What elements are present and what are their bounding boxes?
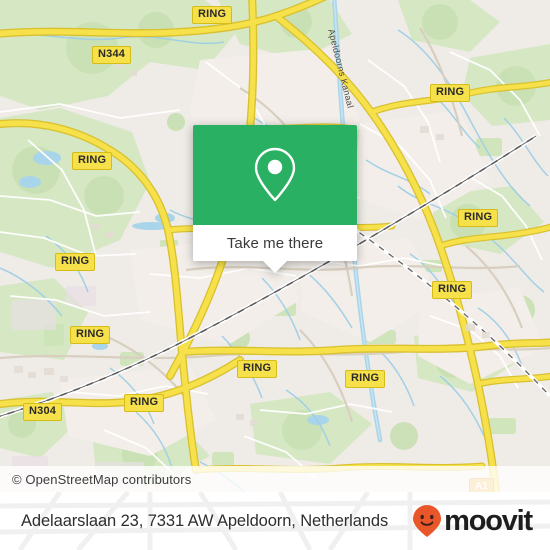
road-shield-ring-left-upper: RING [72, 152, 113, 170]
road-shield-n344: N344 [92, 46, 132, 64]
road-shield-ring-right-mid: RING [458, 209, 499, 227]
footer-content: Adelaarslaan 23, 7331 AW Apeldoorn, Neth… [0, 492, 550, 550]
road-shield-ring-top: RING [192, 6, 233, 24]
location-callout-card[interactable]: Take me there [193, 125, 357, 273]
road-shield-ring-bottom-left: RING [124, 394, 165, 412]
callout-icon-panel [193, 125, 357, 225]
address-label: Adelaarslaan 23, 7331 AW Apeldoorn, Neth… [21, 511, 389, 530]
road-shield-ring-left-low: RING [70, 326, 111, 344]
moovit-logo[interactable]: moovit [412, 504, 533, 538]
moovit-smiley-pin-icon [413, 505, 442, 537]
osm-attribution-text[interactable]: © OpenStreetMap contributors [12, 472, 191, 487]
map-screenshot: Apeldoorns Kanaal RING N344 RING RING RI… [0, 0, 550, 550]
road-shield-ring-upper-right: RING [430, 84, 471, 102]
road-shield-ring-center-low2: RING [345, 370, 386, 388]
callout-pointer [263, 261, 287, 273]
callout-body: Take me there [193, 125, 357, 261]
take-me-there-label: Take me there [226, 234, 324, 252]
road-shield-ring-left-mid: RING [55, 253, 96, 271]
road-shield-n304: N304 [23, 403, 63, 421]
osm-attribution-bar: © OpenStreetMap contributors [0, 466, 550, 492]
road-shield-ring-center-low: RING [237, 360, 278, 378]
moovit-wordmark: moovit [444, 504, 533, 537]
footer-bar: Adelaarslaan 23, 7331 AW Apeldoorn, Neth… [0, 492, 550, 550]
callout-action-panel[interactable]: Take me there [193, 225, 357, 261]
road-shield-ring-right-low: RING [432, 281, 473, 299]
map-pin-icon [254, 147, 296, 202]
map-canvas[interactable]: Apeldoorns Kanaal RING N344 RING RING RI… [0, 0, 550, 492]
